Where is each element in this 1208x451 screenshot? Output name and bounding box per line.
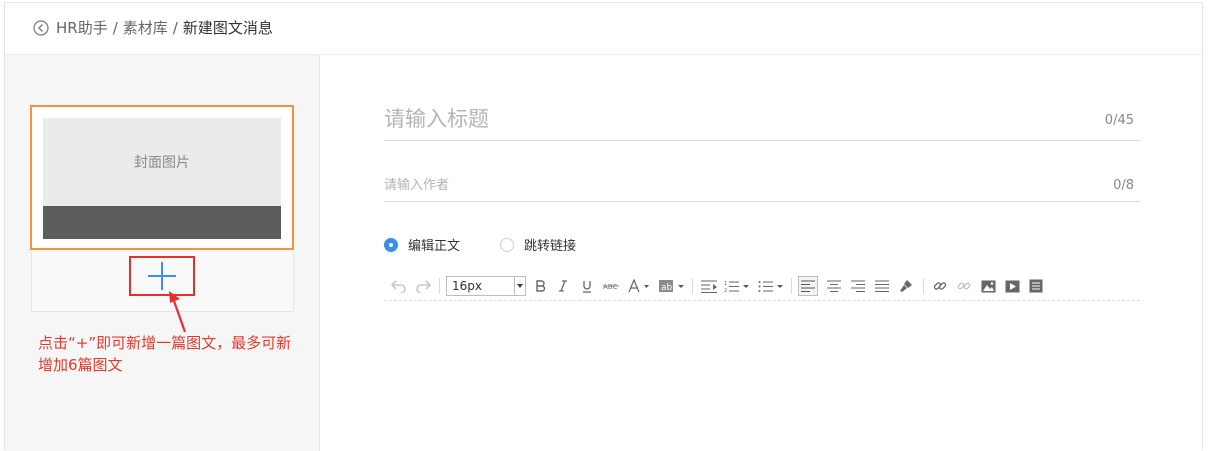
author-field: 0/8 <box>384 168 1140 202</box>
align-left-icon[interactable] <box>798 276 818 296</box>
svg-text:ABC: ABC <box>603 283 617 291</box>
breadcrumb-hr-assistant[interactable]: HR助手 <box>56 19 108 37</box>
article-title-bar <box>43 206 281 239</box>
svg-text:2: 2 <box>724 288 727 293</box>
breadcrumb-current: 新建图文消息 <box>182 19 273 37</box>
font-size-value: 16px <box>452 279 482 293</box>
radio-checked-icon <box>384 237 398 252</box>
breadcrumb-separator: / <box>112 19 118 37</box>
radio-edit-body-label: 编辑正文 <box>408 239 461 254</box>
ordered-list-icon[interactable]: 12 <box>724 276 750 296</box>
cover-image-placeholder[interactable]: 封面图片 <box>43 118 281 206</box>
redo-icon[interactable] <box>414 276 432 296</box>
link-icon[interactable] <box>930 276 950 296</box>
page-header: HR助手 / 素材库 / 新建图文消息 <box>5 3 1202 55</box>
strikethrough-icon[interactable]: ABC <box>602 276 620 296</box>
font-size-select[interactable]: 16px <box>446 276 526 296</box>
annotation-text: 点击“+”即可新增一篇图文，最多可新增加6篇图文 <box>38 334 292 374</box>
radio-jump-link-label: 跳转链接 <box>524 239 577 254</box>
article-list-sidebar: 封面图片 点击“+”即可新增一篇图文，最多可新增加6篇图文 <box>5 55 320 451</box>
align-right-icon[interactable] <box>848 276 868 296</box>
back-circle-icon[interactable] <box>33 20 49 36</box>
app-window: HR助手 / 素材库 / 新建图文消息 封面图片 点击“+”即可新增一篇图文，最… <box>4 2 1203 451</box>
svg-text:1: 1 <box>724 281 727 287</box>
justify-icon[interactable] <box>872 276 892 296</box>
author-char-counter: 0/8 <box>1113 178 1134 193</box>
author-input[interactable] <box>384 175 1064 195</box>
bold-icon[interactable] <box>534 276 548 296</box>
italic-icon[interactable] <box>556 276 570 296</box>
annotation-arrow-icon <box>169 291 187 333</box>
align-center-icon[interactable] <box>824 276 844 296</box>
undo-icon[interactable] <box>390 276 408 296</box>
font-color-icon[interactable] <box>628 276 650 296</box>
unordered-list-icon[interactable] <box>758 276 784 296</box>
video-icon[interactable] <box>1002 276 1022 296</box>
add-article-area <box>31 252 294 312</box>
breadcrumb: HR助手 / 素材库 / 新建图文消息 <box>56 18 273 38</box>
template-icon[interactable] <box>1026 276 1046 296</box>
breadcrumb-separator: / <box>172 19 178 37</box>
article-editor: 0/45 0/8 编辑正文 跳转链接 <box>320 55 1202 451</box>
rich-text-toolbar: 16px ABC ab 1 2 <box>384 273 1140 301</box>
indent-icon[interactable] <box>701 276 717 296</box>
radio-unchecked-icon <box>500 237 514 252</box>
toolbar-divider <box>692 278 693 294</box>
chevron-down-icon <box>514 277 525 295</box>
title-char-counter: 0/45 <box>1104 113 1134 128</box>
title-input[interactable] <box>384 104 1064 134</box>
breadcrumb-material-library[interactable]: 素材库 <box>123 19 168 37</box>
background-color-icon[interactable]: ab <box>659 276 685 296</box>
radio-jump-link[interactable]: 跳转链接 <box>500 235 576 254</box>
image-icon[interactable] <box>978 276 998 296</box>
format-brush-icon[interactable] <box>896 276 916 296</box>
article-card-selected[interactable]: 封面图片 <box>30 105 294 250</box>
radio-edit-body[interactable]: 编辑正文 <box>384 235 460 254</box>
cover-image-label: 封面图片 <box>134 155 190 171</box>
svg-text:ab: ab <box>661 283 673 293</box>
toolbar-divider <box>923 278 924 294</box>
unlink-icon[interactable] <box>954 276 974 296</box>
toolbar-divider <box>439 278 440 294</box>
toolbar-divider <box>791 278 792 294</box>
title-field: 0/45 <box>384 99 1140 141</box>
underline-icon[interactable] <box>580 276 594 296</box>
